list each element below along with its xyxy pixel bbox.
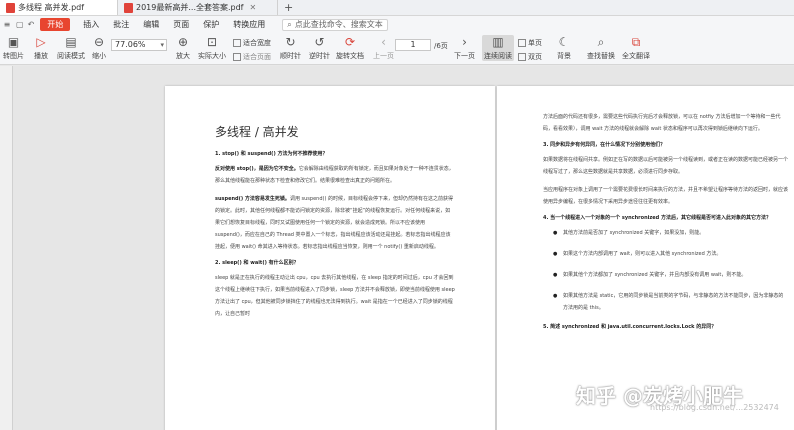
question-heading: 4. 当一个线程进入一个对象的一个 synchronized 方法后，其它线程是… <box>543 215 771 221</box>
document-title: 多线程 / 高并发 <box>215 125 299 139</box>
find-replace-button[interactable]: ⌕ 查找替换 <box>587 35 615 61</box>
tab-document-2[interactable]: 2019最新高并...全套答案.pdf ✕ <box>118 0 278 15</box>
rotate-cw-icon: ↻ <box>285 35 296 49</box>
paragraph: 当应用程序在对象上调用了一个需要花费很长时间来执行的方法，并且不希望让程序等待方… <box>543 187 789 205</box>
pdf-file-icon <box>6 2 15 13</box>
book-icon: ▤ <box>65 35 77 49</box>
zoom-in-button[interactable]: ⊕ 放大 <box>176 35 190 61</box>
play-button[interactable]: ▷ 播放 <box>34 35 48 61</box>
document-viewer[interactable]: 多线程 / 高并发 1. stop() 和 suspend() 方法为何不推荐使… <box>13 66 794 430</box>
play-icon: ▷ <box>36 35 46 49</box>
menu-icon[interactable]: ≡ <box>0 20 14 29</box>
watermark-url: https://blog.csdn.net/...2532474 <box>650 403 779 412</box>
moon-icon: ☾ <box>558 35 570 49</box>
page-total: /6页 <box>434 42 448 50</box>
actual-size-button[interactable]: ⊡ 实际大小 <box>198 35 226 61</box>
menu-protect[interactable]: 保护 <box>203 19 219 30</box>
next-page-button[interactable]: › 下一页 <box>454 35 475 61</box>
menu-convert[interactable]: 转换应用 <box>233 19 265 30</box>
question-heading: 3. 同步和异步有何异同，在什么情况下分别使用他们？ <box>543 142 666 148</box>
zoom-select[interactable]: 77.06% ▾ <box>111 39 167 51</box>
list-item: 其他方法前是否加了 synchronized 关键字，如果没加，则能。 <box>553 227 788 239</box>
paragraph: 反对使用 stop()，是因为它不安全。它会解除由线程获取的所有锁定，而且如果对… <box>215 166 454 184</box>
paragraph: sleep 就是正在执行的线程主动让出 cpu，cpu 去执行其他线程，在 sl… <box>215 275 455 317</box>
question-heading: 1. stop() 和 suspend() 方法为何不推荐使用？ <box>215 151 328 157</box>
search-icon: ⌕ <box>287 19 292 29</box>
rotate-clockwise-button[interactable]: ↻ 顺时针 <box>280 35 301 61</box>
toolbar: ▣ 转图片 ▷ 播放 ▤ 阅读模式 ⊖ 缩小 77.06% ▾ ⊕ 放大 ⊡ 实… <box>0 33 794 65</box>
continuous-icon: ▥ <box>492 35 504 49</box>
chevron-right-icon: › <box>462 35 467 49</box>
background-button[interactable]: ☾ 背景 <box>557 35 571 61</box>
two-page-icon <box>518 53 526 61</box>
left-sidebar[interactable] <box>0 66 13 430</box>
tab-document-1[interactable]: 多线程 高并发.pdf <box>0 0 118 15</box>
actual-size-icon: ⊡ <box>206 35 218 49</box>
menu-bar: ≡ ▢ ↶ 开始 插入 批注 编辑 页面 保护 转换应用 ⌕ 点此查找命令、搜索… <box>0 16 794 33</box>
continuous-read-button[interactable]: ▥ 连续阅读 <box>482 35 514 61</box>
fit-page-button[interactable]: 适合页面 <box>233 52 271 62</box>
close-icon[interactable]: ✕ <box>250 3 257 12</box>
single-page-button[interactable]: 单页 <box>518 38 542 48</box>
translate-button[interactable]: ⧉ 全文翻译 <box>622 35 650 61</box>
pdf-page-2: 方法后面的代码还有很多，需要这些代码执行完后才会释放锁，可以在 notfiy 方… <box>497 86 794 430</box>
fit-width-icon <box>233 39 241 47</box>
menu-start[interactable]: 开始 <box>40 18 71 31</box>
fit-width-button[interactable]: 适合宽度 <box>233 38 271 48</box>
save-icon[interactable]: ▢ <box>16 20 24 29</box>
pdf-page-1: 多线程 / 高并发 1. stop() 和 suspend() 方法为何不推荐使… <box>165 86 495 430</box>
read-mode-button[interactable]: ▤ 阅读模式 <box>57 35 85 61</box>
menu-edit[interactable]: 编辑 <box>143 19 159 30</box>
command-search[interactable]: ⌕ 点此查找命令、搜索文本 <box>282 18 388 31</box>
find-replace-icon: ⌕ <box>597 35 605 49</box>
new-tab-button[interactable]: + <box>278 0 299 15</box>
rotate-document-icon: ⟳ <box>344 35 356 49</box>
rotate-document-button[interactable]: ⟳ 旋转文档 <box>336 35 364 61</box>
image-icon: ▣ <box>7 35 20 49</box>
tab-bar: 多线程 高并发.pdf 2019最新高并...全套答案.pdf ✕ + <box>0 0 794 16</box>
menu-insert[interactable]: 插入 <box>83 19 99 30</box>
fit-page-icon <box>233 53 241 61</box>
menu-annotate[interactable]: 批注 <box>113 19 129 30</box>
page-number-input[interactable]: 1 <box>395 39 431 51</box>
search-placeholder: 点此查找命令、搜索文本 <box>294 20 383 29</box>
list-item: 如果其他个方法都加了 synchronized 关键字，并且内部没有调用 wai… <box>553 269 788 281</box>
paragraph: suspend() 方法容易发生死锁。调用 suspend() 的时候，目标线程… <box>215 196 453 250</box>
list-item: 如果这个方法内部调用了 wait，则可以进入其他 synchronized 方法… <box>553 248 788 260</box>
list-item: 如果其他方法是 static，它用的同步锁是当前类的字节码，与非静态的方法不能同… <box>553 290 788 314</box>
rotate-ccw-icon: ↺ <box>314 35 325 49</box>
bullet-list: 其他方法前是否加了 synchronized 关键字，如果没加，则能。 如果这个… <box>553 227 788 314</box>
previous-page-button[interactable]: ‹ 上一页 <box>373 35 394 61</box>
two-page-button[interactable]: 双页 <box>518 52 542 62</box>
translate-icon: ⧉ <box>631 35 641 49</box>
menu-page[interactable]: 页面 <box>173 19 189 30</box>
to-image-button[interactable]: ▣ 转图片 <box>3 35 24 61</box>
zoom-out-icon: ⊖ <box>93 35 105 49</box>
question-heading: 2. sleep() 和 wait() 有什么区别？ <box>215 260 299 266</box>
pdf-file-icon <box>124 2 133 13</box>
question-heading: 5. 简述 synchronized 和 java.util.concurren… <box>543 324 717 330</box>
single-page-icon <box>518 39 526 47</box>
paragraph: 如果数据将在线程间共享。例如正在写的数据以后可能被另一个线程读到，或者正在读的数… <box>543 157 789 175</box>
zoom-out-button[interactable]: ⊖ 缩小 <box>92 35 106 61</box>
chevron-left-icon: ‹ <box>381 35 386 49</box>
paragraph: 方法后面的代码还有很多，需要这些代码执行完后才会释放锁，可以在 notfiy 方… <box>543 114 781 132</box>
rotate-counterclockwise-button[interactable]: ↺ 逆时针 <box>309 35 330 61</box>
chevron-down-icon: ▾ <box>160 41 164 49</box>
tab-label: 2019最新高并...全套答案.pdf <box>136 3 244 12</box>
tab-label: 多线程 高并发.pdf <box>18 3 85 12</box>
zoom-in-icon: ⊕ <box>177 35 189 49</box>
undo-icon[interactable]: ↶ <box>28 20 35 29</box>
